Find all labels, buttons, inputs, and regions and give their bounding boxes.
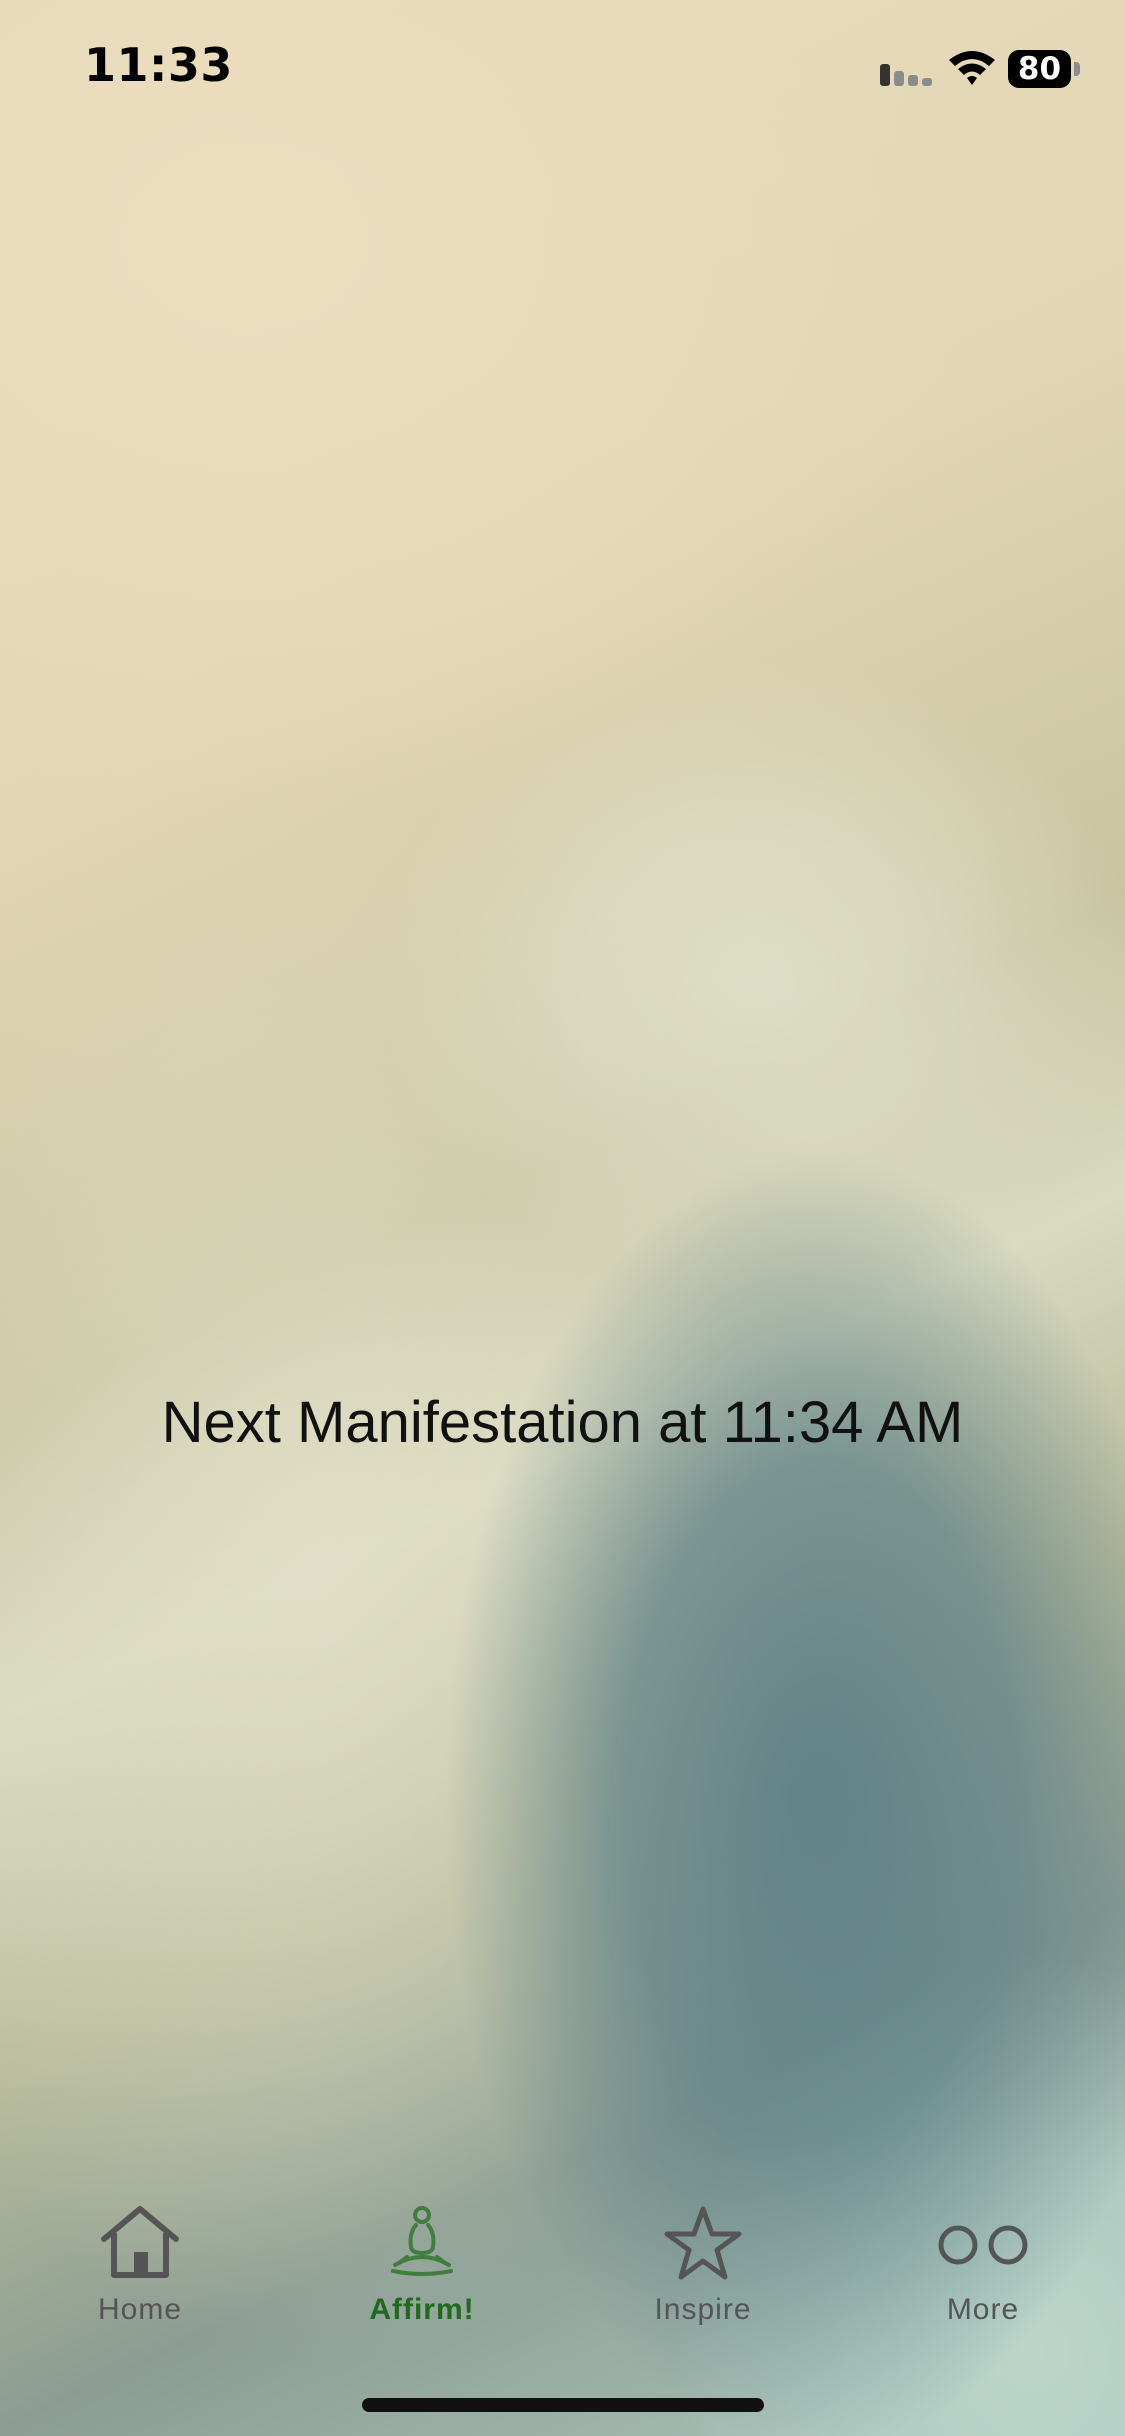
status-bar: 11:33 80 [0, 0, 1125, 130]
wifi-icon [949, 51, 995, 85]
tab-inspire-label: Inspire [654, 2293, 752, 2326]
battery-cap [1074, 62, 1080, 76]
background-gradient [0, 0, 1125, 2436]
tab-more-label: More [946, 2293, 1020, 2326]
home-indicator [362, 2398, 764, 2412]
tab-inspire[interactable]: Inspire [593, 2185, 813, 2345]
more-icon [938, 2225, 1028, 2265]
next-manifestation-text: Next Manifestation at 11:34 AM [161, 1390, 964, 1455]
status-time: 11:33 [84, 38, 233, 92]
tab-bar: Home Affirm! Inspire More [0, 2185, 1125, 2345]
meditation-icon [391, 2206, 453, 2276]
tab-more[interactable]: More [873, 2185, 1093, 2345]
tab-home-label: Home [97, 2293, 183, 2326]
tab-affirm-label: Affirm! [369, 2293, 475, 2326]
battery-level: 80 [1017, 51, 1062, 87]
signal-icon [880, 64, 932, 86]
tab-affirm[interactable]: Affirm! [312, 2185, 532, 2345]
house-icon [101, 2206, 179, 2278]
tab-home[interactable]: Home [30, 2185, 250, 2345]
battery-icon: 80 [1008, 50, 1084, 88]
star-icon [664, 2206, 742, 2280]
